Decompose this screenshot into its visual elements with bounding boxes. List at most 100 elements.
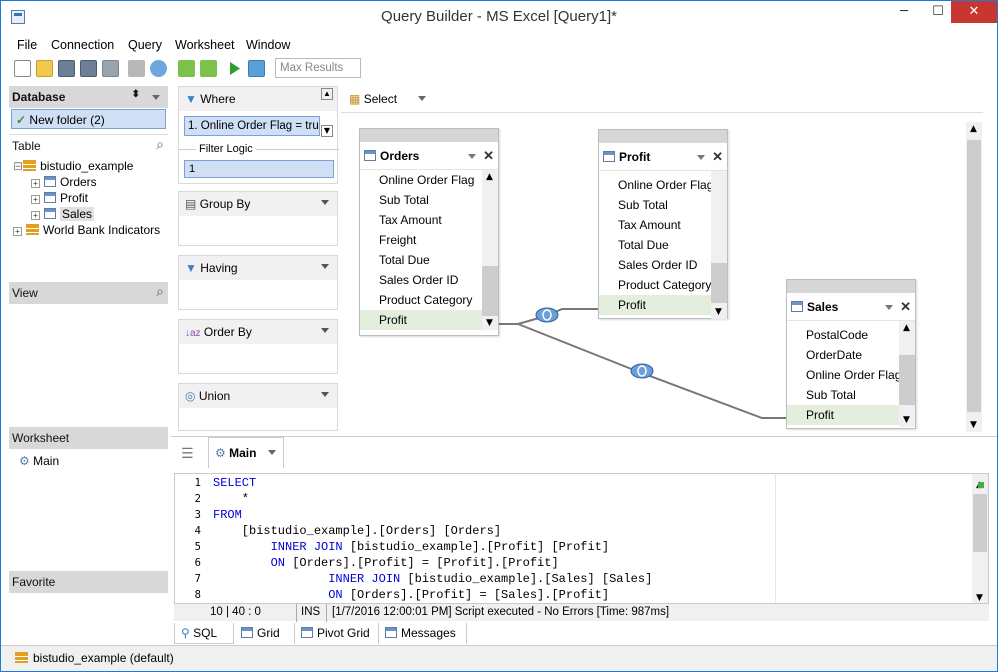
scroll-up-icon[interactable]: ▲ xyxy=(321,88,333,100)
tree-db[interactable]: ⊟ bistudio_example xyxy=(13,159,133,173)
where-header[interactable]: ▼ Where ▲ xyxy=(179,87,337,111)
join-icon[interactable] xyxy=(535,307,559,323)
menu-window[interactable]: Window xyxy=(246,38,290,52)
chevron-down-icon[interactable] xyxy=(468,154,476,159)
save-all-icon[interactable] xyxy=(102,60,119,77)
table-scrollbar[interactable]: ▲ ▼ xyxy=(482,170,498,330)
field-row[interactable]: Tax Amount xyxy=(360,210,498,230)
profit-table[interactable]: Profit ✕ Online Order Flag Sub Total Tax … xyxy=(598,129,728,319)
diagram-canvas[interactable]: Orders ✕ Online Order Flag Sub Total Tax … xyxy=(344,116,984,432)
group-by-panel: ▤ Group By xyxy=(178,191,338,246)
refresh-icon[interactable] xyxy=(150,60,167,77)
add-join-icon[interactable] xyxy=(200,60,217,77)
sort-icon[interactable]: ⬍ xyxy=(132,89,140,100)
new-icon[interactable] xyxy=(14,60,31,77)
sql-keyword: INNER JOIN xyxy=(328,572,401,586)
tab-sql[interactable]: ⚲ SQL xyxy=(174,623,234,644)
line-number: 3 xyxy=(194,509,201,521)
maximize-button[interactable]: ☐ xyxy=(921,1,955,23)
menu-query[interactable]: Query xyxy=(128,38,162,52)
minimize-button[interactable]: ─ xyxy=(887,1,921,23)
sales-table[interactable]: Sales ✕ PostalCode OrderDate Online Order… xyxy=(786,279,916,429)
field-row[interactable]: PostalCode xyxy=(787,325,915,345)
scroll-down-icon[interactable]: ▼ xyxy=(321,125,333,137)
save-as-icon[interactable] xyxy=(80,60,97,77)
tree-table-profit[interactable]: + Profit xyxy=(31,191,88,205)
hamburger-icon[interactable]: ☰ xyxy=(181,446,194,462)
tab-pivot-grid[interactable]: Pivot Grid xyxy=(295,623,379,644)
field-row[interactable]: Online Order Flag xyxy=(599,175,727,195)
tree-table-sales[interactable]: + Sales xyxy=(31,207,95,221)
chevron-down-icon[interactable] xyxy=(321,392,329,397)
field-row[interactable]: Product Category xyxy=(360,290,498,310)
menu-connection[interactable]: Connection xyxy=(51,38,114,52)
tab-messages[interactable]: Messages xyxy=(379,623,467,644)
close-icon[interactable]: ✕ xyxy=(712,149,723,165)
chevron-down-icon[interactable] xyxy=(152,95,160,100)
line-number: 4 xyxy=(194,525,201,537)
menu-file[interactable]: File xyxy=(17,38,37,52)
close-icon[interactable]: ✕ xyxy=(900,299,911,315)
table-scrollbar[interactable]: ▼ xyxy=(711,171,727,319)
chevron-down-icon[interactable] xyxy=(267,450,276,455)
close-icon[interactable]: ✕ xyxy=(483,148,494,164)
worksheet-item-main[interactable]: ⚙ Main xyxy=(19,454,59,468)
tab-grid[interactable]: Grid xyxy=(235,623,295,644)
field-row[interactable]: Product Category xyxy=(599,275,727,295)
execute-script-icon[interactable] xyxy=(248,60,265,77)
editor-scrollbar[interactable]: ▲ ▼ xyxy=(972,474,988,603)
field-row[interactable]: Total Due xyxy=(360,250,498,270)
save-icon[interactable] xyxy=(58,60,75,77)
union-header[interactable]: ◎ Union xyxy=(179,384,337,408)
group-icon: ▤ xyxy=(185,197,197,211)
where-panel: ▼ Where ▲ 1. Online Order Flag = true ▼ … xyxy=(178,86,339,184)
database-header[interactable]: Database ⬍ xyxy=(9,86,168,108)
field-row[interactable]: Sub Total xyxy=(787,385,915,405)
chevron-down-icon[interactable] xyxy=(321,200,329,205)
search-icon[interactable]: ⌕ xyxy=(156,136,164,153)
field-row[interactable]: Sub Total xyxy=(599,195,727,215)
max-results-input[interactable]: Max Results xyxy=(275,58,361,78)
search-icon[interactable]: ⌕ xyxy=(156,283,164,300)
chevron-down-icon[interactable] xyxy=(697,155,705,160)
tree-db-world-bank[interactable]: + World Bank Indicators xyxy=(13,223,160,237)
field-row[interactable]: Freight xyxy=(360,230,498,250)
tab-main[interactable]: ⚙ Main xyxy=(208,437,284,468)
table-scrollbar[interactable]: ▲ ▼ xyxy=(899,321,915,427)
canvas-scrollbar[interactable]: ▲ ▼ xyxy=(966,122,982,432)
where-condition[interactable]: 1. Online Order Flag = true xyxy=(184,116,320,136)
orders-table[interactable]: Orders ✕ Online Order Flag Sub Total Tax … xyxy=(359,128,499,336)
order-by-header[interactable]: ↓az Order By xyxy=(179,320,337,344)
field-row[interactable]: Online Order Flag xyxy=(360,170,498,190)
chevron-down-icon[interactable] xyxy=(321,264,329,269)
chevron-down-icon[interactable] xyxy=(885,305,893,310)
select-dropdown[interactable]: ▦ Select xyxy=(345,89,441,109)
sql-keyword: INNER JOIN xyxy=(270,540,343,554)
field-row[interactable]: Sales Order ID xyxy=(360,270,498,290)
filter-logic-input[interactable]: 1 xyxy=(184,160,334,178)
field-row[interactable]: Sales Order ID xyxy=(599,255,727,275)
chevron-down-icon[interactable] xyxy=(321,328,329,333)
group-by-header[interactable]: ▤ Group By xyxy=(179,192,337,216)
tree-table-orders[interactable]: + Orders xyxy=(31,175,97,189)
field-row[interactable]: OrderDate xyxy=(787,345,915,365)
close-button[interactable]: ✕ xyxy=(951,1,997,23)
sql-editor[interactable]: 1 2 3 4 5 6 7 8 SELECT * FROM [bistudio_example]… xyxy=(174,473,989,604)
field-row[interactable]: Tax Amount xyxy=(599,215,727,235)
field-row[interactable]: Total Due xyxy=(599,235,727,255)
field-row-selected[interactable]: Profit xyxy=(599,295,727,315)
disconnect-icon[interactable] xyxy=(128,60,145,77)
folder-item[interactable]: ✓ New folder (2) xyxy=(11,109,166,129)
having-header[interactable]: ▼ Having xyxy=(179,256,337,280)
add-table-icon[interactable] xyxy=(178,60,195,77)
table-icon xyxy=(791,301,803,312)
join-icon[interactable] xyxy=(630,363,654,379)
field-row-selected[interactable]: Profit xyxy=(360,310,498,330)
field-row-selected[interactable]: Profit xyxy=(787,405,915,425)
field-row[interactable]: Online Order Flag xyxy=(787,365,915,385)
open-icon[interactable] xyxy=(36,60,53,77)
field-row[interactable]: Sub Total xyxy=(360,190,498,210)
menu-worksheet[interactable]: Worksheet xyxy=(175,38,235,52)
run-icon[interactable] xyxy=(226,60,243,77)
footer: bistudio_example (default) xyxy=(1,645,997,671)
